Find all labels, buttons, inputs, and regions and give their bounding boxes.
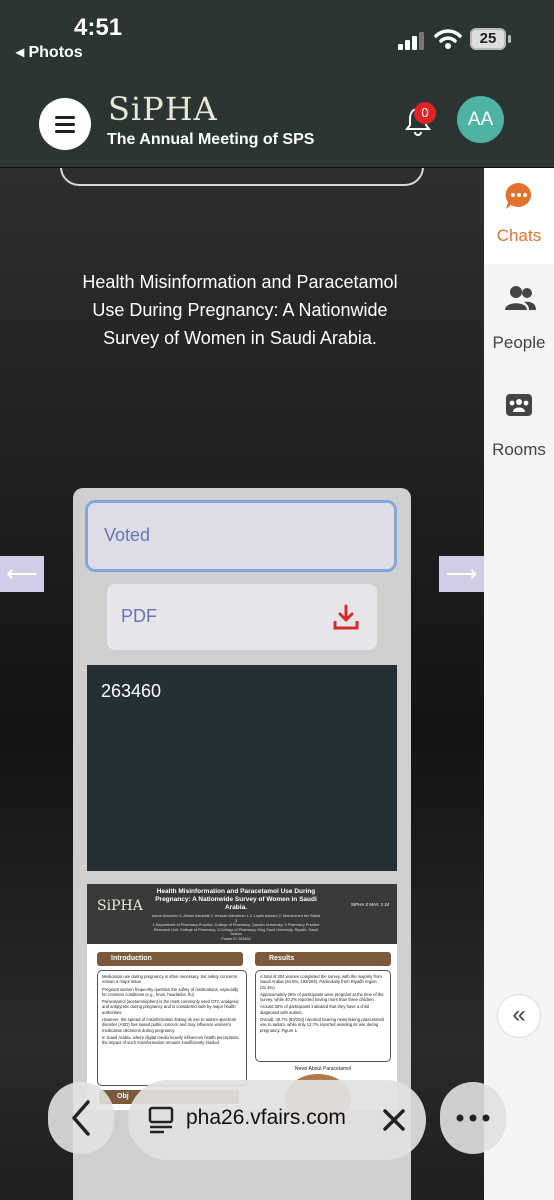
download-icon bbox=[333, 604, 359, 630]
status-time: 4:51 bbox=[74, 14, 123, 41]
battery-icon: 25 bbox=[470, 28, 506, 50]
address-bar[interactable]: pha26.vfairs.com bbox=[128, 1080, 426, 1160]
page-menu-icon[interactable] bbox=[148, 1106, 174, 1134]
poster-affiliations: 1 Department of Pharmacy Practice, Colle… bbox=[152, 923, 320, 936]
wifi-icon bbox=[434, 29, 462, 49]
poster-id-box: 263460 bbox=[87, 665, 397, 871]
people-icon bbox=[505, 286, 536, 310]
chat-bubble-icon bbox=[505, 182, 532, 209]
browser-back-button[interactable] bbox=[48, 1082, 114, 1154]
result-point: A total of 204 women completed the surve… bbox=[260, 974, 382, 990]
menu-icon-bar bbox=[55, 116, 75, 119]
introduction-heading: Introduction bbox=[97, 952, 243, 966]
battery-nub bbox=[508, 35, 511, 43]
sidebar-label-rooms: Rooms bbox=[492, 440, 546, 459]
result-point: Overall, 40.7% (83/204) reported hearing… bbox=[260, 1017, 385, 1033]
intro-point: Medication use during pregnancy is often… bbox=[102, 974, 237, 985]
poster-id-line: Poster ID 263460 bbox=[221, 936, 251, 941]
right-sidebar: Chats People Rooms « bbox=[484, 168, 554, 1200]
collapse-sidebar-button[interactable]: « bbox=[497, 994, 541, 1038]
sidebar-item-people[interactable]: People bbox=[484, 275, 554, 371]
url-text: pha26.vfairs.com bbox=[186, 1106, 346, 1129]
app-header: SiPHA The Annual Meeting of SPS 0 AA bbox=[0, 70, 554, 168]
poster-thumbnail[interactable]: SiPHA Health Misinformation and Paraceta… bbox=[87, 884, 397, 1124]
previous-arrow-button[interactable]: ⟵ bbox=[0, 556, 44, 592]
intro-point: Paracetamol (acetaminophen) is the most … bbox=[102, 999, 239, 1015]
voted-button[interactable]: Voted bbox=[85, 500, 397, 572]
signal-icon bbox=[398, 32, 424, 50]
pdf-label: PDF bbox=[121, 606, 157, 626]
status-bar: 4:51 ◂ Photos 25 bbox=[0, 0, 554, 70]
poster-preview-title: Health Misinformation and Paracetamol Us… bbox=[155, 888, 317, 911]
rooms-icon bbox=[506, 394, 532, 416]
main-content: Health Misinformation and Paracetamol Us… bbox=[0, 168, 484, 1200]
poster-date: SIPHA 2 MAY, 2 24 bbox=[351, 902, 390, 907]
more-dots-icon bbox=[456, 1114, 490, 1122]
next-arrow-button[interactable]: ⟶ bbox=[439, 556, 484, 592]
menu-icon-bar bbox=[55, 123, 75, 126]
back-to-photos-link[interactable]: ◂ Photos bbox=[16, 42, 83, 62]
sidebar-label-chats: Chats bbox=[496, 226, 542, 245]
menu-icon-bar bbox=[55, 130, 75, 133]
chevron-left-icon bbox=[72, 1100, 90, 1136]
menu-button[interactable] bbox=[39, 98, 91, 150]
pdf-download-button[interactable]: PDF bbox=[107, 584, 377, 650]
result-point: Around 35% of participants indicated tha… bbox=[260, 1004, 369, 1015]
top-pill-outline bbox=[60, 168, 424, 186]
avatar[interactable]: AA bbox=[457, 96, 504, 143]
poster-authors: Asma Almumen 2, Amani Alsubaiti 2, Hessa… bbox=[151, 914, 321, 941]
intro-point: However, the spread of misinformation li… bbox=[102, 1017, 237, 1033]
close-icon[interactable] bbox=[382, 1108, 406, 1132]
sipha-logo: SiPHA bbox=[108, 90, 218, 128]
poster-logo: SiPHA bbox=[97, 898, 143, 914]
poster-header: SiPHA Health Misinformation and Paraceta… bbox=[87, 884, 397, 944]
notification-badge: 0 bbox=[414, 102, 436, 124]
results-box: A total of 204 women completed the surve… bbox=[255, 970, 391, 1062]
intro-point: In Saudi Arabia, where digital media hea… bbox=[102, 1034, 240, 1046]
browser-more-button[interactable] bbox=[440, 1082, 506, 1154]
sidebar-item-rooms[interactable]: Rooms bbox=[484, 382, 554, 478]
sidebar-label-people: People bbox=[492, 333, 546, 352]
results-heading: Results bbox=[255, 952, 391, 966]
result-point: Approximately 26% of participants were p… bbox=[260, 991, 384, 1003]
sidebar-item-chats[interactable]: Chats bbox=[484, 168, 554, 264]
intro-point: Pregnant women frequently question the s… bbox=[102, 986, 239, 997]
header-subtitle: The Annual Meeting of SPS bbox=[107, 131, 315, 148]
introduction-box: Medication use during pregnancy is often… bbox=[97, 970, 247, 1086]
poster-authors-names: Asma Almumen 2, Amani Alsubaiti 2, Hessa… bbox=[151, 914, 321, 923]
poster-title: Health Misinformation and Paracetamol Us… bbox=[82, 272, 398, 348]
poster-id: 263460 bbox=[101, 681, 162, 701]
